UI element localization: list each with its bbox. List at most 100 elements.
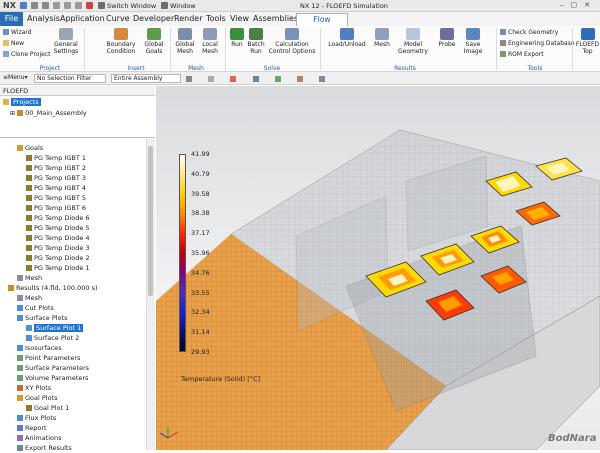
projects-node[interactable]: Projects [3,97,41,107]
menu-dropdown[interactable]: ≡Menu▾ [3,74,28,81]
results-mesh-button[interactable]: Mesh [370,28,394,48]
boundary-condition-button[interactable]: Boundary Condition [104,28,138,55]
save-icon[interactable] [20,2,27,9]
load-unload-button[interactable]: Load/Unload [326,28,368,48]
calculation-control-icon [285,28,299,40]
global-goals-button[interactable]: Global Goals [141,28,167,55]
tree-item[interactable]: PG Temp IGBT 1 [26,153,86,163]
window-controls[interactable]: –▢✕ [560,1,597,9]
tree-item[interactable]: PG Temp IGBT 3 [26,173,86,183]
tab-render[interactable]: Render [174,14,202,23]
paste-icon[interactable] [75,2,82,9]
body-icon[interactable] [297,76,304,82]
tree-item[interactable]: PG Temp Diode 5 [26,223,90,233]
file-tab[interactable]: File [0,12,23,26]
tree-item-label: Surface Plot 2 [34,334,80,342]
ribbon-separator [84,28,85,70]
graphics-viewport[interactable] [156,86,600,450]
tree-item[interactable]: PG Temp IGBT 4 [26,183,86,193]
cut-icon[interactable] [53,2,60,9]
wizard-button[interactable]: Wizard [3,29,31,36]
tab-application[interactable]: Application [60,14,105,23]
expand-icon[interactable]: ⊞ [10,110,15,117]
tab-flow-analysis[interactable]: Flow Analysis [296,13,348,36]
engineering-database-button[interactable]: Engineering Database [500,40,575,47]
selection-filter-select[interactable]: No Selection Filter [34,74,106,83]
tree-item[interactable]: PG Temp IGBT 6 [26,203,86,213]
settings-icon [59,28,73,40]
select-icon[interactable] [186,76,192,82]
tab-view[interactable]: View [230,14,249,23]
new-project-button[interactable]: New [3,40,24,47]
window-menu-button[interactable]: Window [170,2,196,10]
group-label-mesh: Mesh [188,65,204,72]
redo-icon[interactable] [42,2,49,9]
group-label-project: Project [39,65,61,72]
tree-item[interactable]: Export Results [17,443,72,453]
global-mesh-button[interactable]: Global Mesh [173,28,197,55]
tree-item[interactable]: Flux Plots [17,413,56,423]
tree-item[interactable]: PG Temp Diode 3 [26,243,90,253]
tree-item[interactable]: Volume Parameters [17,373,88,383]
tree-item[interactable]: Goal Plots [17,393,58,403]
tree-item[interactable]: PG Temp Diode 6 [26,213,90,223]
tree-item[interactable]: Cut Plots [17,303,54,313]
tree-item[interactable]: PG Temp IGBT 5 [26,193,86,203]
tree-item[interactable]: Surface Parameters [17,363,89,373]
switch-window-button[interactable]: Switch Window [107,2,156,10]
tree-item-label: Report [25,424,47,432]
clone-project-button[interactable]: Clone Project [3,51,50,58]
probe-button[interactable]: Probe [436,28,458,48]
tree-item[interactable]: Goal Plot 1 [26,403,69,413]
tree-item[interactable]: Surface Plot 2 [26,333,79,343]
tree-item[interactable]: Mesh [17,293,42,303]
tree-item[interactable]: PG Temp Diode 1 [26,263,90,273]
calculation-control-options-button[interactable]: Calculation Control Options [267,28,317,55]
tree-item[interactable]: Surface Plot 1 [26,323,84,333]
tree-item[interactable]: XY Plots [17,383,51,393]
general-settings-button[interactable]: General Settings [52,28,80,55]
tab-tools[interactable]: Tools [206,14,226,23]
tree-item[interactable]: PG Temp IGBT 2 [26,163,86,173]
rom-export-button[interactable]: ROM Export [500,51,544,58]
switch-window-icon[interactable] [98,2,105,9]
tree-item-label: PG Temp Diode 3 [34,244,90,252]
tab-assemblies[interactable]: Assemblies [253,14,298,23]
check-geometry-icon [500,29,506,35]
copy-icon[interactable] [64,2,71,9]
tree-item-label: Goals [25,144,44,152]
save-image-button[interactable]: Save Image [460,28,486,55]
point-icon[interactable] [230,76,237,82]
window-icon[interactable] [161,2,168,9]
tree-item[interactable]: Animations [17,433,62,443]
tree-item[interactable]: PG Temp Diode 2 [26,253,90,263]
floefd-button[interactable]: FLOEFD Top [575,28,600,55]
snap-icon[interactable] [208,76,215,82]
plot-icon [17,315,23,321]
face-icon[interactable] [274,76,281,82]
edge-icon[interactable] [252,76,259,82]
tree-scrollbar-thumb[interactable] [148,146,153,296]
tab-curve[interactable]: Curve [106,14,130,23]
assembly-node[interactable]: ⊞ 00_Main_Assembly [10,108,87,118]
undo-icon[interactable] [31,2,38,9]
tree-item[interactable]: Mesh [17,273,42,283]
view-icon[interactable] [319,76,326,82]
batch-run-button[interactable]: Batch Run [246,28,266,55]
tree-item[interactable]: Results (4.fld, 100.000 s) [8,283,98,293]
assembly-scope-select[interactable]: Entire Assembly [111,74,181,83]
tree-item[interactable]: Surface Plots [17,313,67,323]
tree-item[interactable]: Isosurfaces [17,343,62,353]
check-geometry-button[interactable]: Check Geometry [500,29,558,36]
batch-run-icon [249,28,263,40]
repeat-command-icon[interactable] [86,2,93,9]
tree-item[interactable]: Point Parameters [17,353,80,363]
tree-item[interactable]: PG Temp Diode 4 [26,233,90,243]
tab-developer[interactable]: Developer [133,14,174,23]
model-geometry-button[interactable]: Model Geometry [396,28,430,55]
tree-item[interactable]: Report [17,423,47,433]
tab-analysis[interactable]: Analysis [27,14,60,23]
tree-item[interactable]: Goals [17,143,43,153]
run-button[interactable]: Run [228,28,246,48]
local-mesh-button[interactable]: Local Mesh [198,28,222,55]
